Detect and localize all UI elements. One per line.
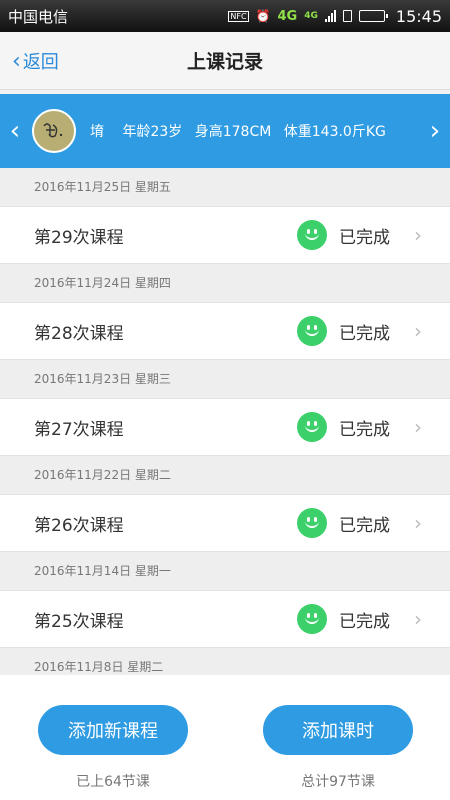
smile-icon xyxy=(297,604,327,634)
status-label: 已完成 xyxy=(339,515,390,536)
status-bar: 中国电信 NFC ⏰ 4G 4G 15:45 xyxy=(0,0,450,32)
sim-icon xyxy=(342,10,352,22)
date-header: 2016年11月8日 星期二 xyxy=(0,648,450,675)
date-header: 2016年11月25日 星期五 xyxy=(0,168,450,206)
date-header: 2016年11月22日 星期二 xyxy=(0,456,450,494)
course-name: 第26次课程 xyxy=(34,515,124,536)
network-type: 4G xyxy=(277,8,298,24)
course-name: 第27次课程 xyxy=(34,419,124,440)
smile-icon xyxy=(297,412,327,442)
page-title: 上课记录 xyxy=(186,51,263,73)
lessons-taken-count: 已上64节课 xyxy=(76,774,150,790)
list-item[interactable]: 第27次课程 已完成 › xyxy=(0,398,450,456)
clock: 15:45 xyxy=(395,6,442,26)
nfc-icon: NFC xyxy=(228,10,249,22)
back-button[interactable]: ‹ 返回 xyxy=(12,32,59,90)
status-label: 已完成 xyxy=(339,419,390,440)
student-info: 堉 年龄23岁 身高178CM 体重143.0斤KG xyxy=(90,121,420,141)
bottom-action-bar: 添加新课程 已上64节课 添加课时 总计97节课 xyxy=(0,675,450,800)
student-profile-bar: ‹ 堉 年龄23岁 身高178CM 体重143.0斤KG › xyxy=(0,94,450,168)
chevron-right-icon: › xyxy=(414,511,422,535)
course-name: 第29次课程 xyxy=(34,227,124,248)
chevron-right-icon: › xyxy=(414,223,422,247)
status-icons: NFC ⏰ 4G 4G 15:45 xyxy=(228,7,442,26)
date-header: 2016年11月24日 星期四 xyxy=(0,264,450,302)
date-header: 2016年11月14日 星期一 xyxy=(0,552,450,590)
network-type-2: 4G xyxy=(304,11,318,21)
prev-student-icon[interactable]: ‹ xyxy=(0,116,30,146)
status-label: 已完成 xyxy=(339,227,390,248)
add-hours-column: 添加课时 总计97节课 xyxy=(263,705,413,791)
back-label: 返回 xyxy=(22,52,59,73)
status-label: 已完成 xyxy=(339,611,390,632)
student-age: 年龄23岁 xyxy=(122,124,183,140)
list-item[interactable]: 第26次课程 已完成 › xyxy=(0,494,450,552)
smile-icon xyxy=(297,220,327,250)
chevron-right-icon: › xyxy=(414,607,422,631)
signal-icon xyxy=(324,10,336,22)
date-header: 2016年11月23日 星期三 xyxy=(0,360,450,398)
signature-icon xyxy=(43,123,63,138)
lessons-total-count: 总计97节课 xyxy=(301,774,375,790)
course-name: 第28次课程 xyxy=(34,323,124,344)
next-student-icon[interactable]: › xyxy=(420,116,450,146)
student-height: 身高178CM xyxy=(194,124,272,140)
student-name: 堉 xyxy=(90,124,104,140)
student-weight: 体重143.0斤KG xyxy=(283,124,386,140)
nav-bar: ‹ 返回 上课记录 xyxy=(0,32,450,90)
alarm-icon: ⏰ xyxy=(255,9,271,23)
status-label: 已完成 xyxy=(339,323,390,344)
chevron-right-icon: › xyxy=(414,319,422,343)
course-name: 第25次课程 xyxy=(34,611,124,632)
smile-icon xyxy=(297,316,327,346)
smile-icon xyxy=(297,508,327,538)
list-item[interactable]: 第28次课程 已完成 › xyxy=(0,302,450,360)
add-course-column: 添加新课程 已上64节课 xyxy=(38,705,188,791)
list-item[interactable]: 第25次课程 已完成 › xyxy=(0,590,450,648)
lesson-record-list[interactable]: 2016年11月25日 星期五 第29次课程 已完成 › 2016年11月24日… xyxy=(0,168,450,675)
list-item[interactable]: 第29次课程 已完成 › xyxy=(0,206,450,264)
chevron-right-icon: › xyxy=(414,415,422,439)
battery-icon xyxy=(358,10,388,22)
add-course-button[interactable]: 添加新课程 xyxy=(38,705,188,755)
add-hours-button[interactable]: 添加课时 xyxy=(263,705,413,755)
chevron-left-icon: ‹ xyxy=(12,48,21,74)
avatar xyxy=(32,109,76,153)
carrier-name: 中国电信 xyxy=(8,7,69,26)
